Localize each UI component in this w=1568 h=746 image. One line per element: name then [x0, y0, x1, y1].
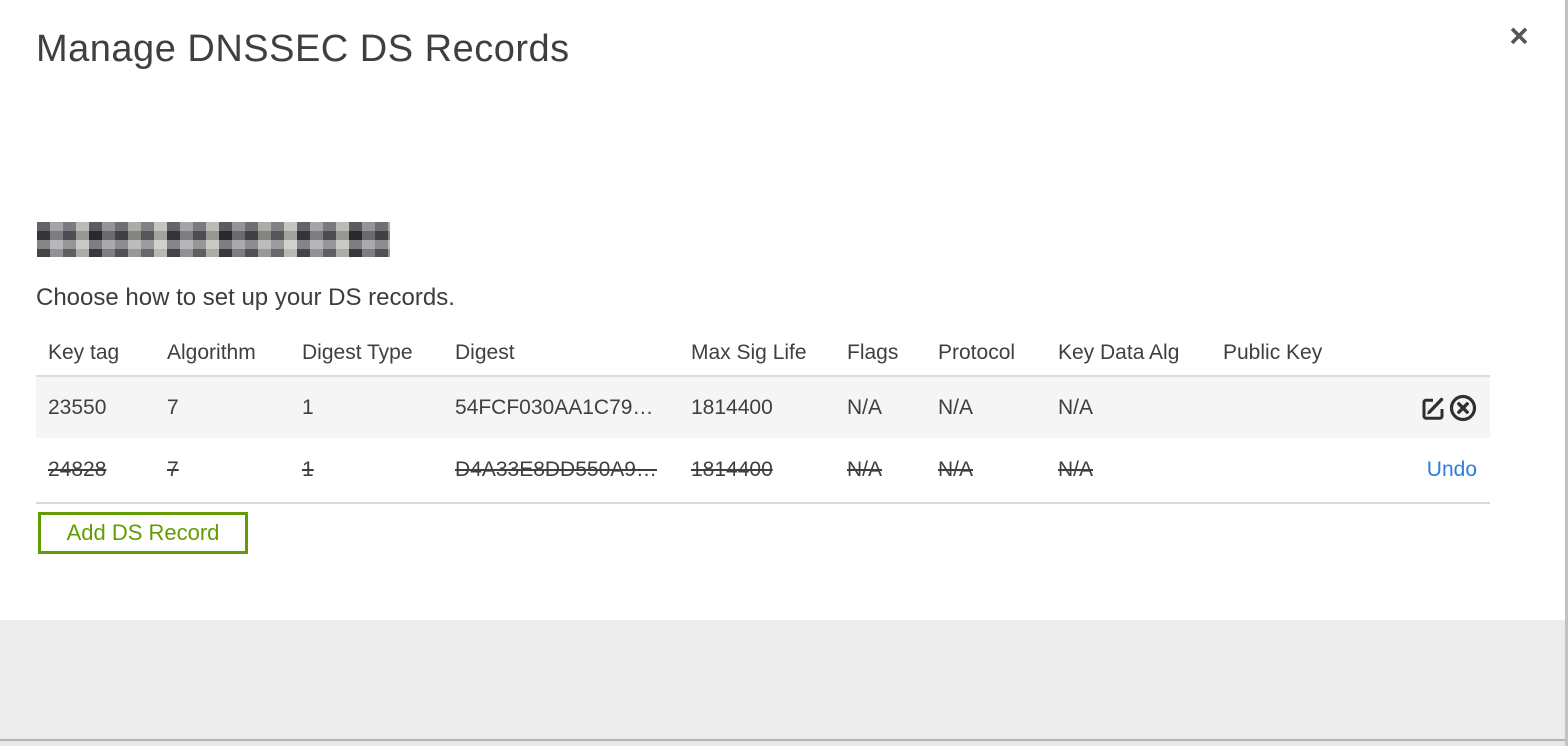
cell-key-tag: 23550: [48, 395, 107, 419]
cell-protocol: N/A: [938, 458, 974, 481]
close-icon[interactable]: ×: [1501, 18, 1537, 54]
cell-key-data-alg: N/A: [1058, 458, 1094, 481]
col-header-max-sig-life: Max Sig Life: [691, 340, 807, 364]
col-header-protocol: Protocol: [938, 340, 1016, 364]
intro-text: Choose how to set up your DS records.: [36, 284, 455, 311]
col-header-algorithm: Algorithm: [167, 340, 256, 364]
add-ds-record-button[interactable]: Add DS Record: [38, 512, 248, 554]
col-header-digest-type: Digest Type: [302, 340, 413, 364]
cell-digest: 54FCF030AA1C79…: [455, 395, 654, 419]
page-background-strip: [0, 741, 1565, 746]
domain-name-redacted: [37, 222, 390, 257]
cell-max-sig-life: 1814400: [691, 395, 773, 419]
modal-footer: Save Cancel: [0, 620, 1565, 739]
cell-protocol: N/A: [938, 395, 974, 419]
circle-x-icon[interactable]: [1449, 394, 1477, 422]
col-header-digest: Digest: [455, 340, 515, 364]
col-header-public-key: Public Key: [1223, 340, 1323, 364]
table-row-active: 23550 7 1 54FCF030AA1C79… 1814400 N/A N/…: [36, 375, 1490, 438]
col-header-key-data-alg: Key Data Alg: [1058, 340, 1180, 364]
col-header-key-tag: Key tag: [48, 340, 120, 364]
cell-key-tag: 24828: [48, 458, 107, 481]
cell-key-data-alg: N/A: [1058, 395, 1094, 419]
cell-flags: N/A: [847, 395, 883, 419]
table-header-row: Key tag Algorithm Digest Type Digest Max…: [36, 330, 1490, 375]
dnssec-modal: Manage DNSSEC DS Records × Choose how to…: [0, 0, 1568, 746]
cell-algorithm: 7: [167, 395, 179, 419]
table-row-deleted: 24828 7 1 D4A33E8DD550A9… 1814400 N/A N/…: [36, 438, 1490, 504]
row-actions: Undo: [1356, 458, 1490, 482]
row-actions: [1356, 394, 1490, 422]
page-title: Manage DNSSEC DS Records: [36, 28, 570, 70]
edit-in-square-icon[interactable]: [1419, 394, 1447, 422]
cell-digest-type: 1: [302, 458, 314, 481]
cell-max-sig-life: 1814400: [691, 458, 773, 481]
cell-flags: N/A: [847, 458, 883, 481]
ds-records-table: Key tag Algorithm Digest Type Digest Max…: [36, 330, 1490, 504]
cell-digest: D4A33E8DD550A9…: [455, 458, 657, 481]
cell-digest-type: 1: [302, 395, 314, 419]
cell-algorithm: 7: [167, 458, 179, 481]
undo-link[interactable]: Undo: [1427, 458, 1477, 482]
col-header-flags: Flags: [847, 340, 899, 364]
